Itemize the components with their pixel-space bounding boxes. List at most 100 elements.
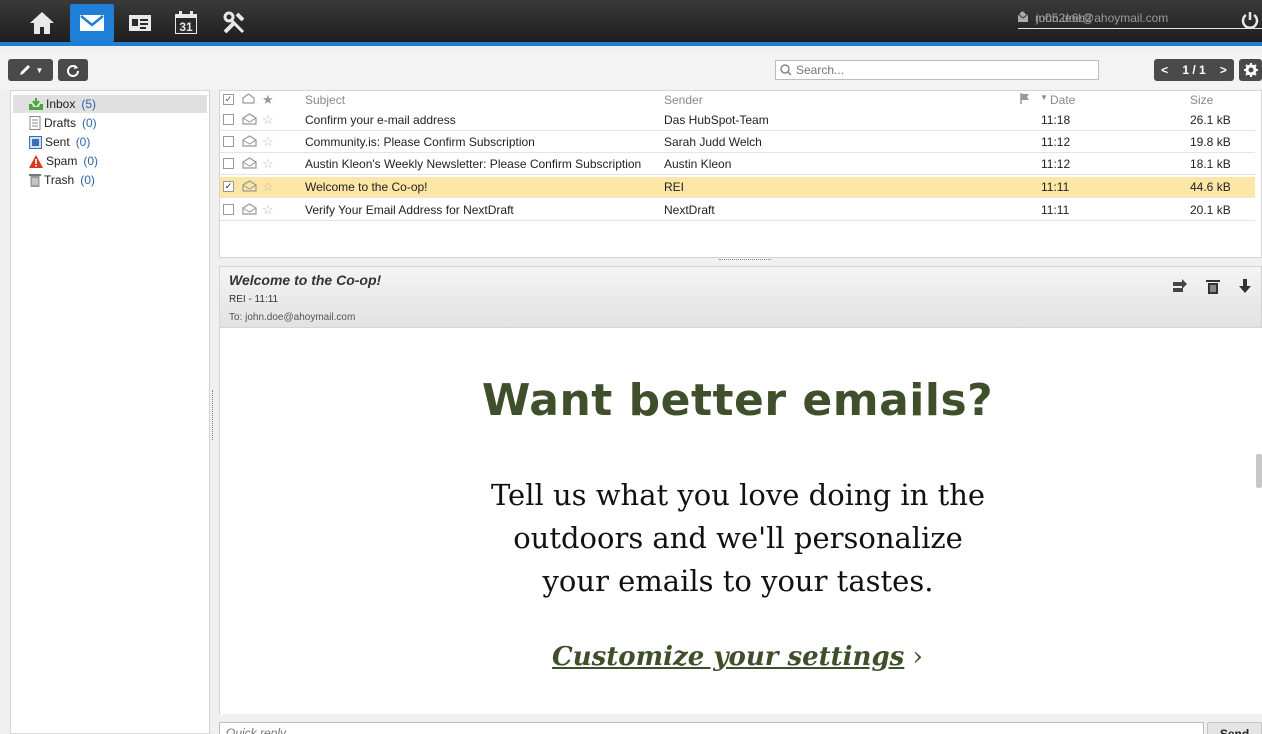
gear-icon xyxy=(1243,63,1258,77)
nav-contacts-button[interactable] xyxy=(118,4,162,42)
nav-mail-button[interactable] xyxy=(70,4,114,42)
search-box xyxy=(775,60,1099,80)
read-status-column-icon xyxy=(242,93,255,107)
download-message-button[interactable] xyxy=(1238,279,1252,297)
list-settings-button[interactable] xyxy=(1239,59,1262,81)
column-date[interactable]: Date xyxy=(1050,93,1075,107)
inbox-icon xyxy=(29,98,43,110)
nav-settings-button[interactable] xyxy=(212,4,256,42)
cta-arrow: › xyxy=(912,642,923,672)
drafts-icon xyxy=(29,116,41,130)
preview-from: REI - 11:11 xyxy=(229,294,279,305)
quick-reply-input[interactable] xyxy=(226,726,1196,734)
chevron-down-icon: ▼ xyxy=(35,65,44,75)
preview-subject: Welcome to the Co-op! xyxy=(229,272,382,288)
envelope-open-icon xyxy=(242,203,257,218)
row-size: 19.8 kB xyxy=(1190,135,1231,149)
column-subject[interactable]: Subject xyxy=(305,93,345,107)
envelope-open-icon xyxy=(242,113,257,128)
sidebar-resize-handle[interactable] xyxy=(212,390,215,440)
preview-scrollbar-thumb[interactable] xyxy=(1256,454,1262,488)
star-icon[interactable]: ☆ xyxy=(262,156,274,172)
refresh-icon xyxy=(67,65,79,77)
next-page-button[interactable]: > xyxy=(1220,63,1227,77)
message-list-scrollbar[interactable] xyxy=(1253,109,1261,257)
search-icon xyxy=(780,64,792,76)
settings-tools-icon xyxy=(223,11,245,34)
customize-settings-link[interactable]: Customize your settings xyxy=(552,642,904,672)
folder-inbox[interactable]: Inbox (5) xyxy=(13,95,207,113)
folder-count: (0) xyxy=(80,173,95,187)
row-subject: Austin Kleon's Weekly Newsletter: Please… xyxy=(305,157,642,171)
row-checkbox[interactable] xyxy=(223,136,234,147)
row-date: 11:12 xyxy=(1041,135,1071,149)
star-icon[interactable]: ☆ xyxy=(262,179,274,195)
star-icon[interactable]: ☆ xyxy=(262,112,274,128)
row-sender: REI xyxy=(664,180,685,194)
email-body-line: Tell us what you love doing in the xyxy=(490,478,986,512)
folder-label: Sent xyxy=(45,135,70,149)
move-message-button[interactable] xyxy=(1172,279,1188,297)
star-icon[interactable]: ☆ xyxy=(262,202,274,218)
message-row[interactable]: ☆ Community.is: Please Confirm Subscript… xyxy=(220,132,1255,153)
logout-button[interactable] xyxy=(1240,10,1260,33)
email-cta: Customize your settings › xyxy=(220,642,1255,672)
email-body-line: your emails to your tastes. xyxy=(542,564,934,598)
trash-icon xyxy=(1206,280,1220,294)
nav-home-button[interactable] xyxy=(20,4,64,42)
page-indicator: 1 / 1 xyxy=(1182,63,1206,77)
message-list-header: ✓ ★ Subject Sender ▼ Date Size xyxy=(220,91,1261,109)
user-email: john.doe@ahoymail.com xyxy=(1036,11,1169,25)
nav-calendar-button[interactable]: 31 xyxy=(164,4,208,42)
list-preview-resize-handle[interactable] xyxy=(719,259,771,263)
star-column-icon: ★ xyxy=(262,92,274,107)
row-size: 20.1 kB xyxy=(1190,203,1231,217)
flag-column-icon xyxy=(1020,93,1030,107)
message-row[interactable]: ☆ Austin Kleon's Weekly Newsletter: Plea… xyxy=(220,154,1255,175)
message-row[interactable]: ☆ Confirm your e-mail address Das HubSpo… xyxy=(220,110,1255,131)
folder-label: Spam xyxy=(46,154,78,168)
folder-label: Trash xyxy=(44,173,75,187)
pencil-icon xyxy=(19,65,30,75)
folder-spam[interactable]: Spam (0) xyxy=(13,152,207,170)
compose-button[interactable]: ▼ xyxy=(8,59,53,81)
row-date: 11:18 xyxy=(1041,113,1071,127)
message-row-selected[interactable]: ✓ ☆ Welcome to the Co-op! REI 11:11 44.6… xyxy=(220,177,1255,198)
folder-sent[interactable]: Sent (0) xyxy=(13,133,207,151)
send-button[interactable]: Send xyxy=(1207,722,1262,734)
message-row[interactable]: ☆ Verify Your Email Address for NextDraf… xyxy=(220,200,1255,221)
folder-count: (0) xyxy=(75,135,91,149)
folder-trash[interactable]: Trash (0) xyxy=(13,171,207,189)
row-checkbox[interactable] xyxy=(223,114,234,125)
delete-message-button[interactable] xyxy=(1206,279,1220,297)
select-all-checkbox[interactable]: ✓ xyxy=(223,94,234,105)
email-headline: Want better emails? xyxy=(481,375,994,426)
preview-to: To: john.doe@ahoymail.com xyxy=(229,312,356,323)
folder-count: (0) xyxy=(82,116,97,130)
refresh-button[interactable] xyxy=(58,59,88,81)
email-body-line: outdoors and we'll personalize xyxy=(513,521,963,555)
search-input[interactable] xyxy=(796,63,1086,77)
row-date: 11:11 xyxy=(1041,180,1070,194)
mail-toolbar: ▼ < 1 / 1 > xyxy=(0,50,1262,90)
trash-icon xyxy=(29,174,41,187)
column-sender[interactable]: Sender xyxy=(664,93,703,107)
email-body-text: Tell us what you love doing in the outdo… xyxy=(428,474,1048,603)
star-icon[interactable]: ☆ xyxy=(262,134,274,150)
contacts-icon xyxy=(129,15,151,31)
power-icon xyxy=(1241,12,1259,29)
row-checkbox[interactable] xyxy=(223,158,234,169)
row-checkbox-checked[interactable]: ✓ xyxy=(223,181,234,192)
row-size: 26.1 kB xyxy=(1190,113,1231,127)
folder-sidebar: Inbox (5) Drafts (0) Sent (0) Spam (0) Trash… xyxy=(10,90,210,734)
row-sender: Austin Kleon xyxy=(664,157,732,171)
folder-drafts[interactable]: Drafts (0) xyxy=(13,114,207,132)
preview-scrollbar-track[interactable] xyxy=(1254,328,1262,714)
arrow-down-icon xyxy=(1239,279,1251,293)
row-date: 11:12 xyxy=(1041,157,1071,171)
sort-desc-icon: ▼ xyxy=(1040,93,1048,102)
row-date: 11:11 xyxy=(1041,203,1070,217)
prev-page-button[interactable]: < xyxy=(1161,63,1168,77)
column-size[interactable]: Size xyxy=(1190,93,1213,107)
row-checkbox[interactable] xyxy=(223,204,234,215)
